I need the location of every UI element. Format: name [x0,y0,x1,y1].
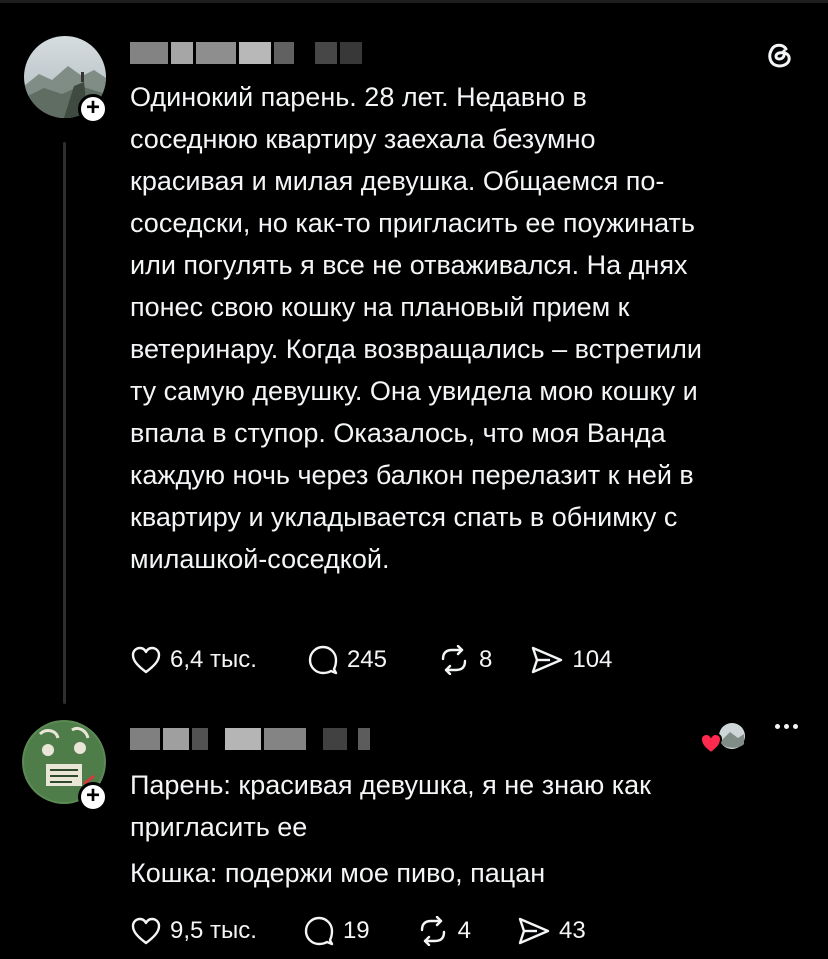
like-count: 6,4 тыс. [170,646,257,673]
repost-icon [437,645,471,675]
author-username[interactable] [130,42,365,64]
repost-count: 8 [479,646,493,673]
heart-icon [130,645,162,675]
reply-repost-count: 4 [457,917,472,944]
repost-button[interactable]: 8 [437,645,492,675]
reply-repost-button[interactable]: 4 [416,916,471,946]
more-dots-icon[interactable] [775,724,798,729]
share-button[interactable]: 104 [530,645,612,675]
send-icon [530,645,564,675]
send-icon [517,916,551,946]
top-divider [0,0,828,3]
comment-bubble-icon [307,644,339,676]
reply-text-line-1: Парень: красивая девушка, я не знаю как [130,770,651,800]
follow-button[interactable]: + [78,94,108,124]
share-count: 104 [572,646,613,673]
reply-actions: 9,5 тыс. 19 4 43 [130,915,586,947]
comment-bubble-icon [303,915,335,947]
post-actions: 6,4 тыс. 245 8 104 [130,644,612,676]
reply-share-button[interactable]: 43 [517,916,586,946]
reply-like-button[interactable]: 9,5 тыс. [130,916,257,946]
reply-follow-button[interactable]: + [78,782,108,812]
comment-count: 245 [346,646,387,673]
reply-like-count: 9,5 тыс. [170,917,257,944]
reply-comment-button[interactable]: 19 [303,915,370,947]
like-button[interactable]: 6,4 тыс. [130,645,257,675]
reply-author-username[interactable] [130,728,373,750]
comment-button[interactable]: 245 [307,644,387,676]
liked-by-author-badge [699,722,748,756]
reply-text-line-3: Кошка: подержи мое пиво, пацан [130,858,546,888]
reply-text-line-2: пригласить ее [130,812,308,842]
repost-icon [416,916,450,946]
post-text: Одинокий парень. 28 лет. Недавно в сосед… [130,82,702,574]
reply-comment-count: 19 [342,917,370,944]
reply-share-count: 43 [559,917,586,944]
heart-icon [130,916,162,946]
threads-logo-icon[interactable] [762,38,796,72]
thread-connector-line [63,142,66,704]
